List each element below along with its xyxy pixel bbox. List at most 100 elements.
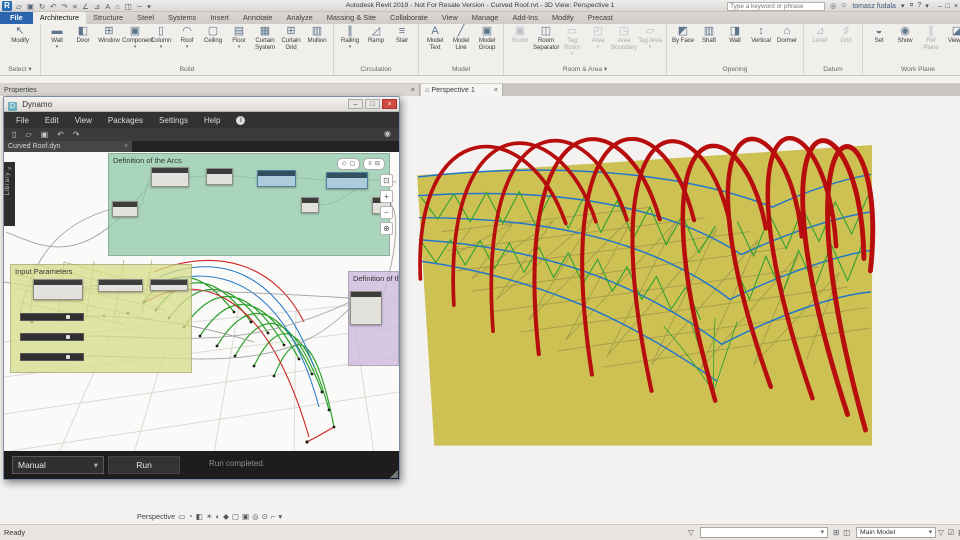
ribbon-button-model-group[interactable]: ▣Model Group [474, 25, 500, 52]
editable-only-filter-icon[interactable]: ▽ [938, 528, 944, 537]
zoom-in-button[interactable]: + [380, 190, 393, 203]
crop-region-icon[interactable]: ▣ [242, 512, 249, 522]
signed-in-user[interactable]: tomasz fudala [852, 3, 896, 10]
dynamo-window[interactable]: D Dynamo –□× FileEditViewPackagesSetting… [3, 96, 400, 480]
ribbon-button-wall[interactable]: ◨Wall [722, 25, 748, 45]
ribbon-button-room-separator[interactable]: ◫Room Separator [533, 25, 559, 52]
ribbon-button-curtain-system[interactable]: ▦Curtain System [252, 25, 278, 52]
tab-properties[interactable]: Properties × [0, 84, 420, 96]
export-image-icon[interactable]: ◉ [384, 129, 391, 138]
visual-style-icon[interactable]: ◧ [196, 512, 203, 522]
undo-icon[interactable]: ↶ [57, 130, 64, 139]
search-go-icon[interactable]: ◎ [830, 2, 836, 10]
user-menu-caret-icon[interactable]: ▾ [901, 2, 905, 10]
default-3d-view-icon[interactable]: ⌂ [115, 2, 120, 11]
dynamo-maximize-button[interactable]: □ [365, 99, 380, 109]
ribbon-button-grid[interactable]: ♯Grid [833, 25, 859, 45]
ribbon-button-mullion[interactable]: ▥Mullion [304, 25, 330, 45]
ribbon-tab-collaborate[interactable]: Collaborate [383, 12, 435, 24]
section-icon[interactable]: ◫ [125, 2, 132, 11]
ribbon-tab-view[interactable]: View [435, 12, 465, 24]
help-caret-icon[interactable]: ▾ [925, 2, 929, 10]
restore-button[interactable]: □ [946, 3, 950, 10]
ribbon-tab-annotate[interactable]: Annotate [236, 12, 280, 24]
ribbon-button-area[interactable]: ◰Area▾ [585, 25, 611, 49]
measure-icon[interactable]: ∠ [82, 2, 89, 11]
detail-level-icon[interactable]: ◔ [188, 512, 193, 522]
minimize-button[interactable]: – [938, 3, 942, 10]
dynamo-node[interactable] [350, 291, 382, 325]
dynamo-node[interactable] [206, 168, 233, 185]
number-slider[interactable] [20, 353, 84, 361]
revit-app-button[interactable]: R [2, 1, 12, 11]
ribbon-tab-precast[interactable]: Precast [581, 12, 620, 24]
number-slider[interactable] [20, 313, 84, 321]
shadows-icon[interactable]: ◐ [216, 512, 221, 522]
ribbon-button-tag-area[interactable]: ▱Tag Area▾ [637, 25, 663, 49]
ribbon-button-room[interactable]: ▣Room [507, 25, 533, 45]
redo-icon[interactable]: ↷ [73, 130, 80, 139]
ribbon-tab-architecture[interactable]: Architecture [33, 12, 86, 24]
dynamo-minimize-button[interactable]: – [348, 99, 363, 109]
ribbon-button-shaft[interactable]: ▥Shaft [696, 25, 722, 45]
dynamo-menu-packages[interactable]: Packages [108, 116, 143, 125]
aligned-dimension-icon[interactable]: ⊿ [94, 2, 100, 11]
dynamo-node[interactable] [151, 167, 189, 187]
worksets-icon[interactable]: ⊞ [833, 528, 839, 537]
reveal-hidden-icon[interactable]: ⊙ [262, 512, 268, 522]
open-file-icon[interactable]: ▱ [16, 2, 22, 11]
dynamo-node[interactable] [112, 201, 138, 217]
ribbon-tab-file[interactable]: File [0, 12, 33, 24]
ribbon-button-column[interactable]: ▯Column▾ [148, 25, 174, 49]
zoom-out-button[interactable]: − [380, 206, 393, 219]
ribbon-button-roof[interactable]: ◠Roof▾ [174, 25, 200, 49]
ribbon-tab-massing-site[interactable]: Massing & Site [320, 12, 383, 24]
more-icon[interactable]: ▾ [278, 512, 282, 522]
thin-lines-icon[interactable]: ─ [137, 2, 142, 11]
ribbon-button-tag-room[interactable]: ▭Tag Room▾ [559, 25, 585, 56]
dynamo-menu-edit[interactable]: Edit [45, 116, 59, 125]
dynamo-node[interactable] [98, 279, 143, 292]
dynamo-menu-settings[interactable]: Settings [159, 116, 188, 125]
run-button[interactable]: Run [108, 456, 180, 474]
sun-path-icon[interactable]: ☀ [206, 512, 213, 522]
number-slider[interactable] [20, 333, 84, 341]
sign-in-icon[interactable]: ☺ [840, 2, 847, 10]
pan-button[interactable]: ⊕ [380, 222, 393, 235]
ribbon-button-floor[interactable]: ▤Floor▾ [226, 25, 252, 49]
ribbon-button-level[interactable]: ⊿Level [807, 25, 833, 45]
info-icon[interactable]: i [236, 116, 245, 125]
dynamo-menu-help[interactable]: Help [204, 116, 220, 125]
help-search-input[interactable] [727, 2, 825, 11]
save-icon[interactable]: ▣ [27, 2, 34, 11]
ribbon-button-component[interactable]: ▣Component▾ [122, 25, 148, 49]
ribbon-button-model-line[interactable]: ╱Model Line [448, 25, 474, 52]
ribbon-button-dormer[interactable]: ⌂Dormer [774, 25, 800, 45]
app-store-icon[interactable]: ¤ [909, 2, 913, 10]
dynamo-menu-view[interactable]: View [75, 116, 92, 125]
design-option-combo[interactable]: Main Model ▾ [856, 527, 936, 538]
ribbon-button-window[interactable]: ⊞Window [96, 25, 122, 45]
ribbon-button-modify[interactable]: ↖Modify [3, 25, 37, 45]
save-file-icon[interactable]: ▣ [41, 130, 49, 139]
node-view-toggle[interactable]: ≡⊟ [363, 158, 385, 170]
ribbon-button-railing[interactable]: ∥Railing▾ [337, 25, 363, 49]
workset-combo[interactable]: ▾ [700, 527, 828, 538]
close-dyn-tab-icon[interactable]: × [124, 141, 128, 152]
dynamo-node[interactable] [150, 279, 188, 291]
new-file-icon[interactable]: ▯ [12, 130, 16, 139]
close-view-icon[interactable]: × [494, 84, 498, 96]
open-file-icon[interactable]: ▱ [25, 130, 31, 139]
dynamo-node-selected[interactable] [326, 172, 368, 189]
ribbon-button-curtain-grid[interactable]: ⊞Curtain Grid [278, 25, 304, 52]
geometry-view-toggle[interactable]: ◇▢ [337, 158, 360, 170]
temporary-view-properties-icon[interactable]: ⌐ [271, 512, 275, 522]
ribbon-tab-analyze[interactable]: Analyze [279, 12, 319, 24]
run-mode-dropdown[interactable]: Manual ▾ [12, 456, 104, 474]
ribbon-button-door[interactable]: ◧Door [70, 25, 96, 45]
press-drag-icon[interactable]: ☑ [948, 528, 955, 537]
dynamo-close-button[interactable]: × [382, 99, 397, 109]
ribbon-tab-structure[interactable]: Structure [86, 12, 130, 24]
render-icon[interactable]: ◆ [223, 512, 229, 522]
ribbon-button-set[interactable]: ◒Set [866, 25, 892, 45]
